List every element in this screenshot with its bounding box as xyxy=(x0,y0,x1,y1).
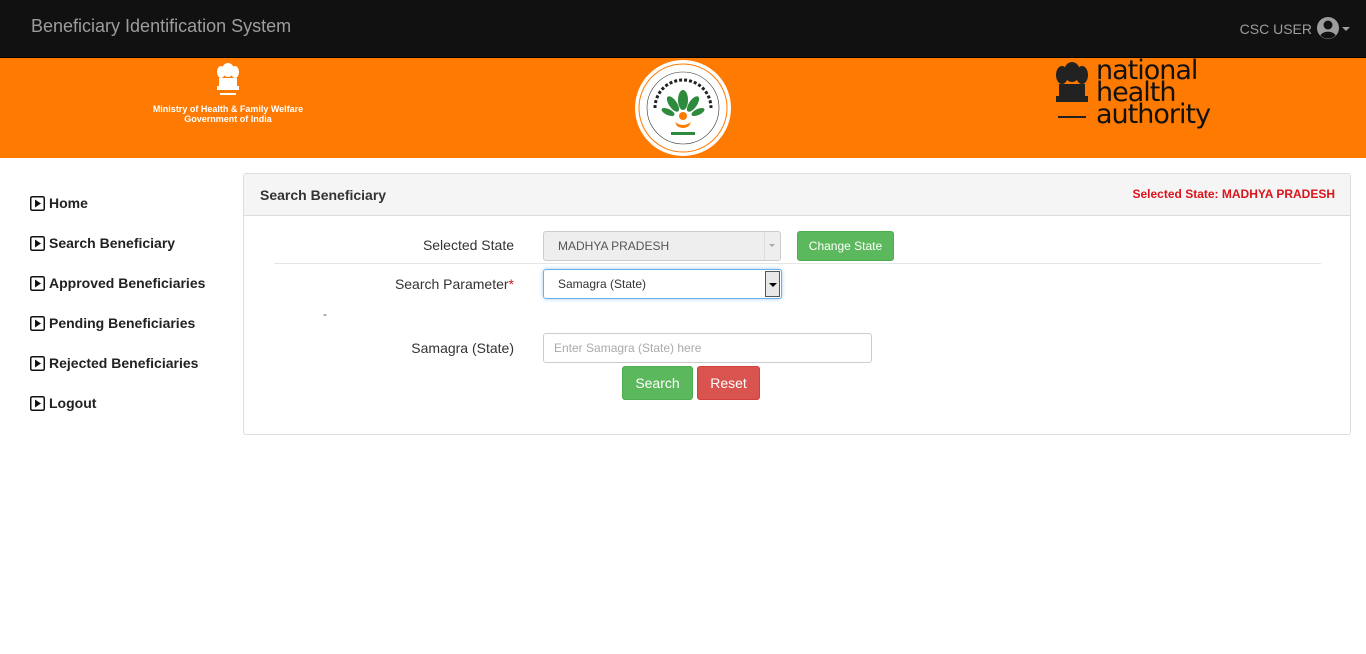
app-title[interactable]: Beneficiary Identification System xyxy=(31,16,291,37)
divider xyxy=(274,263,1321,264)
ministry-logo: Ministry of Health & Family Welfare Gove… xyxy=(148,60,308,124)
header-banner: Ministry of Health & Family Welfare Gove… xyxy=(0,55,1366,158)
search-beneficiary-panel: Search Beneficiary Selected State: MADHY… xyxy=(243,173,1351,435)
samagra-label: Samagra (State) xyxy=(411,340,514,356)
search-parameter-select[interactable]: Samagra (State) xyxy=(543,269,782,299)
chevron-down-icon[interactable] xyxy=(765,271,780,297)
sidebar-item-search-beneficiary[interactable]: Search Beneficiary xyxy=(30,223,230,263)
user-avatar-icon xyxy=(1317,17,1339,39)
play-square-icon xyxy=(30,235,45,251)
selected-state-label: Selected State xyxy=(422,237,514,253)
user-menu[interactable]: CSC USER xyxy=(1240,16,1350,40)
chevron-down-icon xyxy=(1342,27,1350,31)
ministry-name: Ministry of Health & Family Welfare xyxy=(152,104,304,114)
state-select: MADHYA PRADESH xyxy=(543,231,781,261)
nha-logo: national health authority xyxy=(1052,55,1211,132)
sidebar-item-rejected-beneficiaries[interactable]: Rejected Beneficiaries xyxy=(30,343,230,383)
play-square-icon xyxy=(30,355,45,371)
reset-button[interactable]: Reset xyxy=(697,366,760,400)
play-square-icon xyxy=(30,275,45,291)
chevron-down-icon xyxy=(764,232,780,260)
sidebar-item-label: Approved Beneficiaries xyxy=(49,275,206,291)
selected-state-badge: Selected State: MADHYA PRADESH xyxy=(1132,187,1336,201)
play-square-icon xyxy=(30,315,45,331)
sidebar-item-approved-beneficiaries[interactable]: Approved Beneficiaries xyxy=(30,263,230,303)
sidebar-item-home[interactable]: Home xyxy=(30,183,230,223)
samagra-input[interactable] xyxy=(543,333,872,363)
pmjay-seal-icon xyxy=(638,63,728,153)
sidebar-item-label: Rejected Beneficiaries xyxy=(49,355,199,371)
sidebar-item-label: Logout xyxy=(49,395,97,411)
nha-wordmark: national health authority xyxy=(1096,55,1211,130)
play-square-icon xyxy=(30,395,45,411)
user-label: CSC USER xyxy=(1239,21,1312,37)
placeholder-dash: - xyxy=(323,307,327,321)
sidebar: Home Search Beneficiary Approved Benefic… xyxy=(30,183,230,423)
search-button[interactable]: Search xyxy=(622,366,693,400)
search-parameter-label: Search Parameter* xyxy=(394,276,514,292)
required-mark: * xyxy=(508,276,514,292)
panel-heading: Search Beneficiary Selected State: MADHY… xyxy=(244,174,1350,216)
sidebar-item-label: Pending Beneficiaries xyxy=(49,315,196,331)
top-navbar: Beneficiary Identification System CSC US… xyxy=(0,0,1366,58)
state-select-value: MADHYA PRADESH xyxy=(558,239,670,253)
national-emblem-icon xyxy=(217,63,239,95)
change-state-button[interactable]: Change State xyxy=(797,231,894,261)
government-name: Government of India xyxy=(184,114,272,124)
sidebar-item-label: Search Beneficiary xyxy=(49,235,176,251)
sidebar-item-pending-beneficiaries[interactable]: Pending Beneficiaries xyxy=(30,303,230,343)
play-square-icon xyxy=(30,195,45,211)
national-emblem-dark-icon xyxy=(1056,62,1088,118)
search-parameter-value: Samagra (State) xyxy=(558,277,647,291)
pmjay-logo xyxy=(633,58,733,158)
sidebar-item-label: Home xyxy=(49,195,88,211)
panel-title: Search Beneficiary xyxy=(260,187,387,203)
sidebar-item-logout[interactable]: Logout xyxy=(30,383,230,423)
